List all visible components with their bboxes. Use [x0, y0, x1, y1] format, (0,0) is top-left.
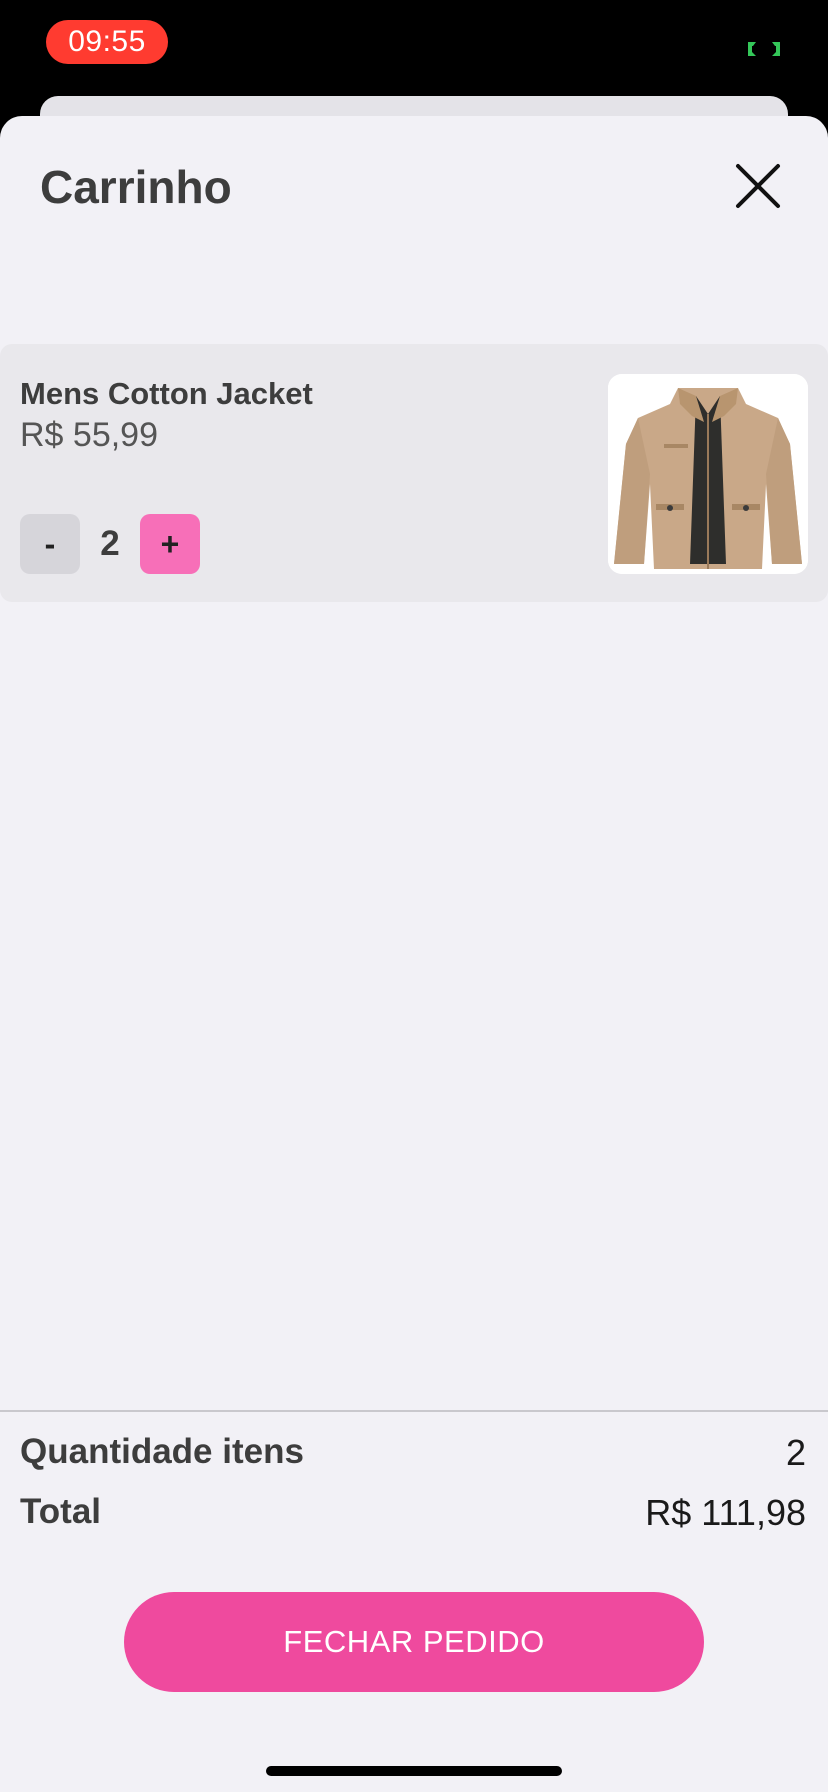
- screen-mirroring-icon: [748, 42, 780, 56]
- page-title: Carrinho: [40, 161, 232, 213]
- total-label: Total: [20, 1492, 102, 1531]
- item-quantity: 2: [100, 524, 120, 563]
- increase-quantity-button[interactable]: +: [140, 514, 200, 574]
- item-price: R$ 55,99: [20, 416, 158, 454]
- jacket-image: [608, 374, 808, 574]
- item-name: Mens Cotton Jacket: [20, 376, 313, 411]
- summary-divider: [0, 1410, 828, 1412]
- jacket-illustration: [608, 374, 808, 574]
- close-icon[interactable]: [730, 158, 786, 214]
- decrease-quantity-button[interactable]: -: [20, 514, 80, 574]
- checkout-button[interactable]: FECHAR PEDIDO: [124, 1592, 704, 1692]
- status-time: 09:55: [46, 20, 168, 64]
- total-value: R$ 111,98: [645, 1492, 806, 1533]
- cart-sheet: Carrinho Mens Cotton Jacket R$ 55,99 - 2…: [0, 116, 828, 1792]
- status-bar: 09:55: [0, 0, 828, 96]
- quantity-items-value: 2: [785, 1432, 806, 1473]
- home-indicator[interactable]: [266, 1766, 562, 1776]
- quantity-items-label: Quantidade itens: [20, 1432, 304, 1471]
- cart-item: Mens Cotton Jacket R$ 55,99 - 2 +: [0, 344, 828, 602]
